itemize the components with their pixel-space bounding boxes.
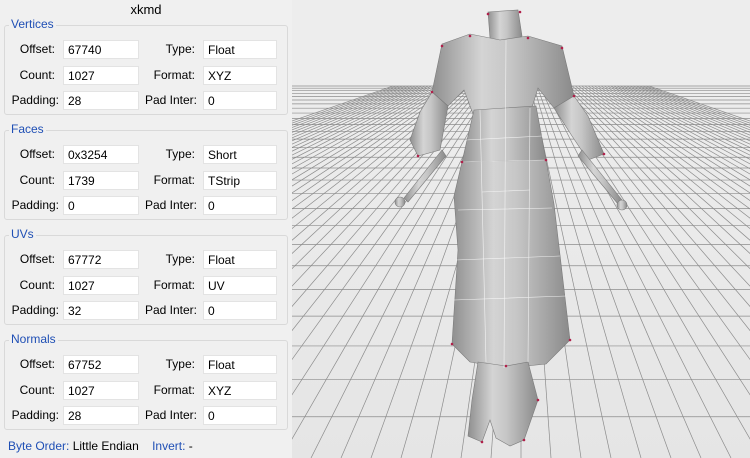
group-title: Normals <box>9 332 58 346</box>
count-label: Count: <box>19 383 55 397</box>
vertices-offset-field[interactable]: 67740 <box>63 40 139 59</box>
character-model <box>394 9 628 447</box>
faces-group: Faces Offset: 0x3254 Type: Short Count: … <box>4 122 288 220</box>
count-label: Count: <box>19 278 55 292</box>
faces-type-field[interactable]: Short <box>203 145 277 164</box>
byte-order-label: Byte Order: <box>8 439 70 453</box>
vertices-padding-field[interactable]: 28 <box>63 91 139 110</box>
offset-label: Offset: <box>19 42 55 56</box>
group-title: UVs <box>9 227 36 241</box>
format-label: Format: <box>153 68 195 82</box>
vertices-format-field[interactable]: XYZ <box>203 66 277 85</box>
normals-offset-field[interactable]: 67752 <box>63 355 139 374</box>
properties-panel: xkmd Vertices Offset: 67740 Type: Float … <box>0 0 292 458</box>
uvs-group: UVs Offset: 67772 Type: Float Count: 102… <box>4 227 288 325</box>
invert-value[interactable]: - <box>189 439 193 453</box>
pad-inter-label: Pad Inter: <box>144 93 197 107</box>
offset-label: Offset: <box>19 357 55 371</box>
pad-inter-label: Pad Inter: <box>144 198 197 212</box>
format-label: Format: <box>153 173 195 187</box>
vertices-pad-inter-field[interactable]: 0 <box>203 91 277 110</box>
type-label: Type: <box>165 42 195 56</box>
padding-label: Padding: <box>11 93 59 107</box>
group-title: Faces <box>9 122 46 136</box>
format-label: Format: <box>153 383 195 397</box>
normals-padding-field[interactable]: 28 <box>63 406 139 425</box>
viewport-scene[interactable] <box>292 0 750 458</box>
normals-format-field[interactable]: XYZ <box>203 381 277 400</box>
type-label: Type: <box>165 252 195 266</box>
status-footer: Byte Order: Little Endian Invert: - <box>8 439 193 453</box>
faces-count-field[interactable]: 1739 <box>63 171 139 190</box>
padding-label: Padding: <box>11 198 59 212</box>
3d-viewport[interactable] <box>292 0 750 458</box>
faces-format-field[interactable]: TStrip <box>203 171 277 190</box>
group-title: Vertices <box>9 17 56 31</box>
normals-count-field[interactable]: 1027 <box>63 381 139 400</box>
pad-inter-label: Pad Inter: <box>144 303 197 317</box>
type-label: Type: <box>165 147 195 161</box>
normals-group: Normals Offset: 67752 Type: Float Count:… <box>4 332 288 430</box>
vertices-type-field[interactable]: Float <box>203 40 277 59</box>
padding-label: Padding: <box>11 408 59 422</box>
uvs-pad-inter-field[interactable]: 0 <box>203 301 277 320</box>
normals-type-field[interactable]: Float <box>203 355 277 374</box>
uvs-count-field[interactable]: 1027 <box>63 276 139 295</box>
byte-order-value[interactable]: Little Endian <box>73 439 139 453</box>
vertices-group: Vertices Offset: 67740 Type: Float Count… <box>4 17 288 115</box>
padding-label: Padding: <box>11 303 59 317</box>
faces-pad-inter-field[interactable]: 0 <box>203 196 277 215</box>
offset-label: Offset: <box>19 252 55 266</box>
window-title: xkmd <box>130 2 162 17</box>
uvs-offset-field[interactable]: 67772 <box>63 250 139 269</box>
offset-label: Offset: <box>19 147 55 161</box>
invert-label: Invert: <box>152 439 186 453</box>
pad-inter-label: Pad Inter: <box>144 408 197 422</box>
uvs-padding-field[interactable]: 32 <box>63 301 139 320</box>
normals-pad-inter-field[interactable]: 0 <box>203 406 277 425</box>
count-label: Count: <box>19 173 55 187</box>
type-label: Type: <box>165 357 195 371</box>
format-label: Format: <box>153 278 195 292</box>
uvs-type-field[interactable]: Float <box>203 250 277 269</box>
faces-padding-field[interactable]: 0 <box>63 196 139 215</box>
uvs-format-field[interactable]: UV <box>203 276 277 295</box>
faces-offset-field[interactable]: 0x3254 <box>63 145 139 164</box>
count-label: Count: <box>19 68 55 82</box>
vertices-count-field[interactable]: 1027 <box>63 66 139 85</box>
